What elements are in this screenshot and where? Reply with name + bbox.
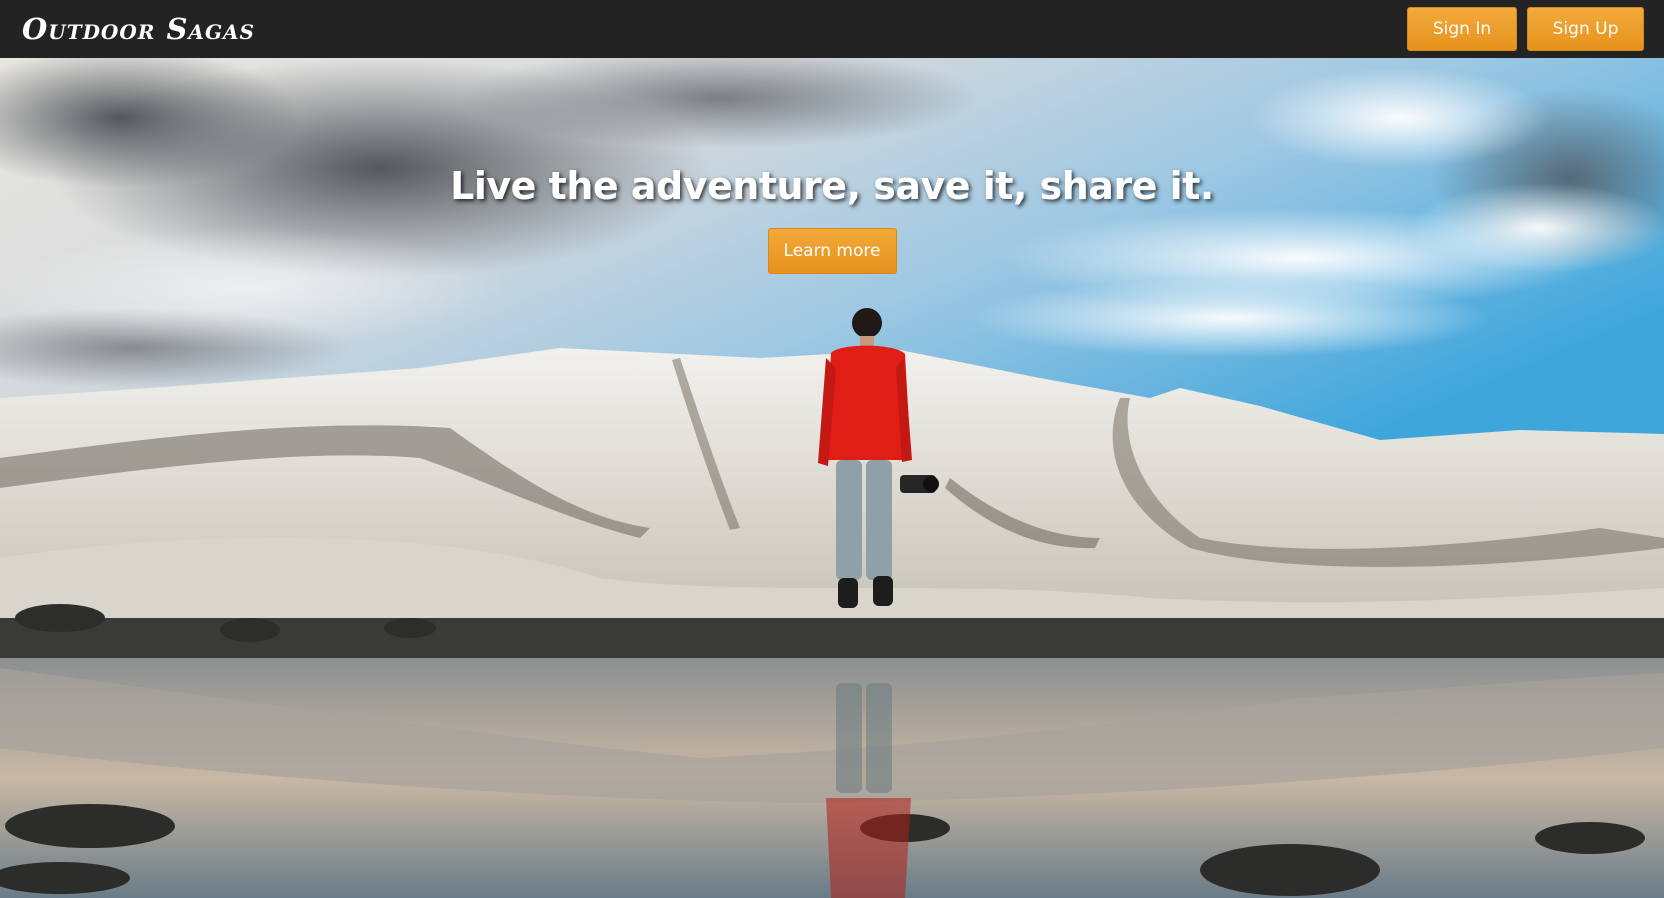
nav-actions: Sign In Sign Up xyxy=(1407,7,1644,51)
sign-up-button[interactable]: Sign Up xyxy=(1527,7,1644,51)
hero-content: Live the adventure, save it, share it. L… xyxy=(0,58,1664,274)
top-navbar: Outdoor Sagas Sign In Sign Up xyxy=(0,0,1664,58)
sign-in-button[interactable]: Sign In xyxy=(1407,7,1517,51)
brand-logo[interactable]: Outdoor Sagas xyxy=(22,12,255,46)
learn-more-button[interactable]: Learn more xyxy=(767,228,897,274)
hero-headline: Live the adventure, save it, share it. xyxy=(450,164,1214,208)
